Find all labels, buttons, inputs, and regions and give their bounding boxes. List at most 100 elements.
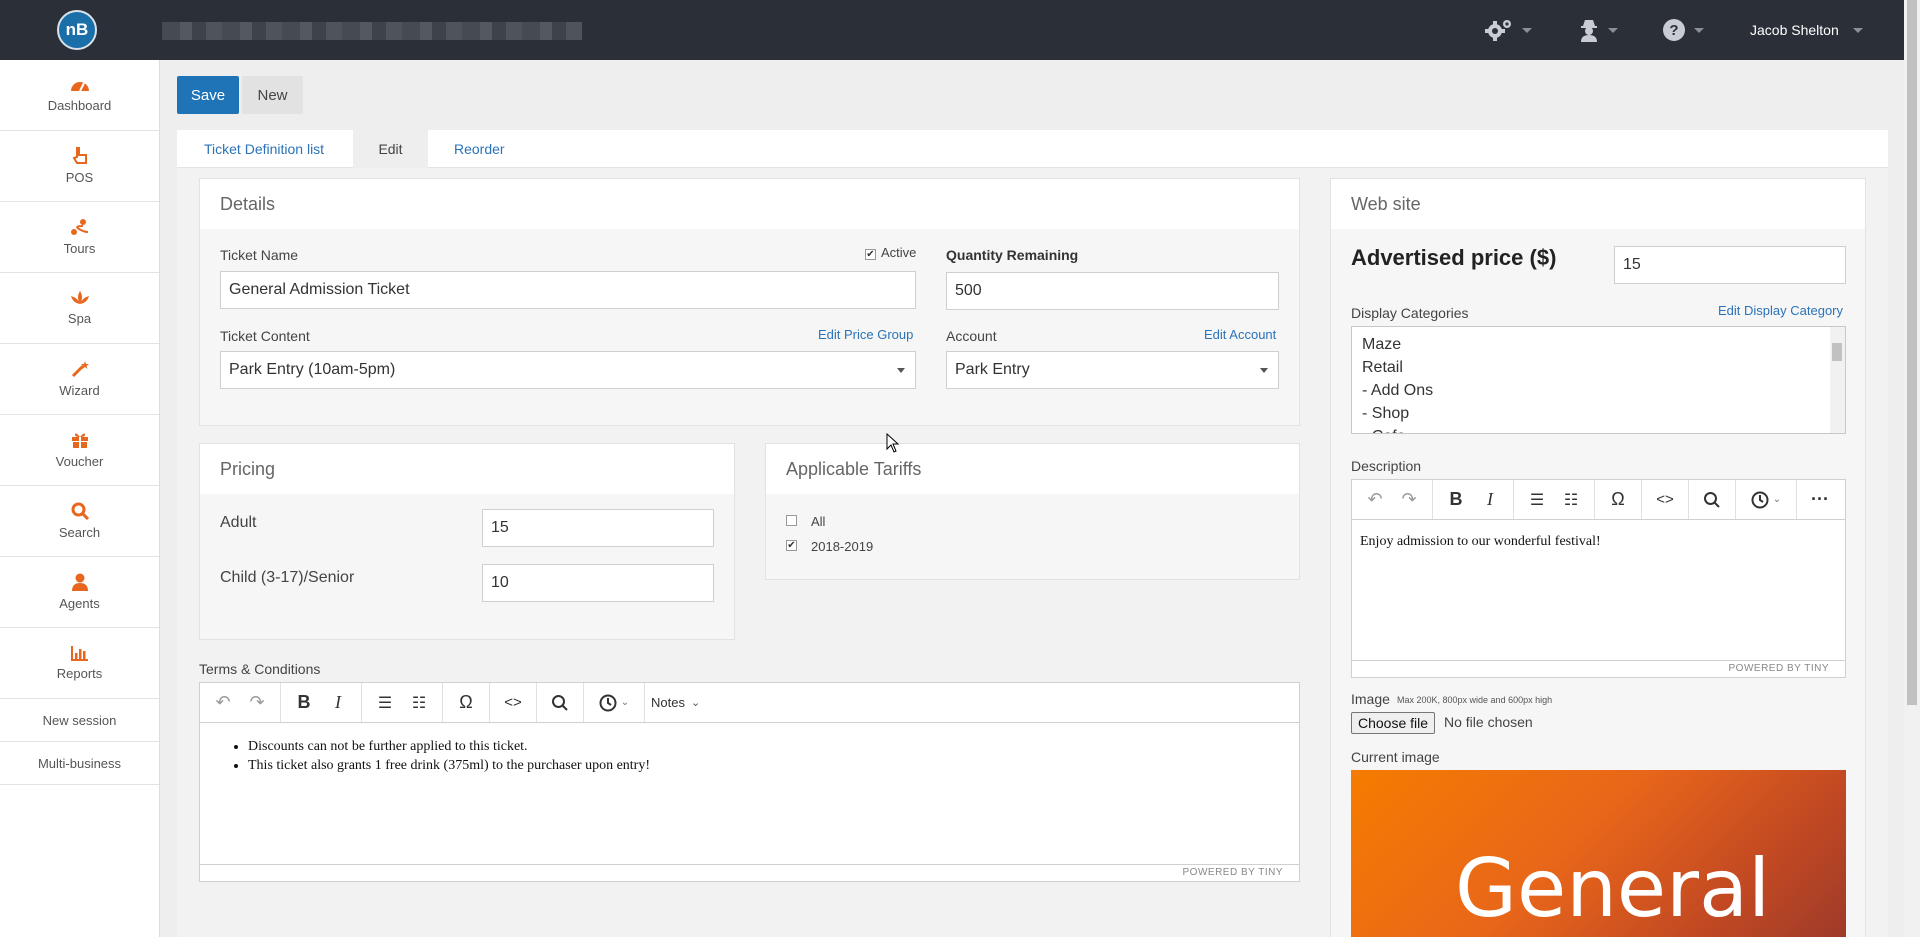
redo-icon[interactable]: ↷ [1392, 480, 1426, 519]
sidebar-item-label: Tours [63, 241, 96, 256]
speedometer-icon [70, 82, 89, 92]
edit-display-category-link[interactable]: Edit Display Category [1718, 303, 1843, 318]
sidebar-item-label: POS [65, 170, 94, 185]
display-categories-list[interactable]: Maze Retail - Add Ons - Shop - Cafe [1351, 326, 1846, 434]
multi-business-link[interactable]: Multi-business [0, 742, 159, 785]
powered-by-tiny: POWERED BY TINY [200, 864, 1299, 881]
save-button[interactable]: Save [177, 76, 239, 114]
category-option[interactable]: - Shop [1352, 402, 1845, 425]
sidebar-item-label: Search [58, 525, 101, 540]
sidebar-item-pos[interactable]: POS [0, 131, 159, 202]
blurred-business-name [162, 22, 582, 40]
clock-icon[interactable]: ⌄ [590, 683, 638, 722]
tab-reorder[interactable]: Reorder [454, 130, 505, 168]
tab-bar: Ticket Definition list Edit Reorder [177, 130, 1888, 168]
code-icon[interactable]: <> [496, 683, 530, 722]
category-option[interactable]: Maze [1352, 333, 1845, 356]
numbered-list-icon[interactable]: ☷ [1554, 480, 1588, 519]
edit-account-link[interactable]: Edit Account [1204, 327, 1276, 342]
sidebar-item-wizard[interactable]: Wizard [0, 344, 159, 415]
page-scrollbar[interactable] [1904, 0, 1920, 937]
category-option[interactable]: - Cafe [1352, 425, 1845, 433]
code-icon[interactable]: <> [1648, 480, 1682, 519]
help-menu[interactable]: ? [1662, 16, 1704, 44]
more-options-icon[interactable]: ··· [1803, 480, 1837, 519]
edit-price-group-link[interactable]: Edit Price Group [818, 327, 913, 342]
numbered-list-icon[interactable]: ☷ [402, 683, 436, 722]
category-option[interactable]: - Add Ons [1352, 379, 1845, 402]
undo-icon[interactable]: ↶ [1358, 480, 1392, 519]
app-logo[interactable]: nB [57, 10, 97, 50]
search-icon[interactable] [543, 683, 577, 722]
special-character-icon[interactable]: Ω [449, 683, 483, 722]
terms-bullet: This ticket also grants 1 free drink (37… [248, 756, 1291, 775]
top-navbar: nB ? Jacob Shelton [0, 0, 1904, 60]
tariff-2018-2019-checkbox[interactable]: ✔ [786, 540, 797, 551]
list-scrollbar[interactable] [1830, 327, 1845, 433]
svg-text:?: ? [1669, 22, 1678, 39]
sidebar-item-search[interactable]: Search [0, 486, 159, 557]
sidebar-item-agents[interactable]: Agents [0, 557, 159, 628]
sidebar-item-label: Spa [67, 311, 92, 326]
bold-icon[interactable]: B [1439, 480, 1473, 519]
advertised-price-input[interactable]: 15 [1614, 246, 1846, 284]
active-checkbox[interactable]: ✔ [865, 249, 876, 260]
ticket-name-label: Ticket Name [220, 247, 299, 263]
image-hint: Max 200K, 800px wide and 600px high [1397, 695, 1553, 705]
clock-icon[interactable]: ⌄ [1742, 480, 1790, 519]
choose-file-button[interactable]: Choose file [1351, 712, 1436, 734]
display-categories-label: Display Categories [1351, 305, 1469, 321]
child-senior-price-input[interactable]: 10 [482, 564, 714, 602]
notes-dropdown[interactable]: Notes [651, 695, 685, 710]
tariff-all-checkbox[interactable] [786, 515, 797, 526]
description-editor: ↶ ↷ B I ☰ ☷ Ω <> ⌄ ··· Enjoy admission t… [1351, 479, 1846, 678]
terms-content[interactable]: Discounts can not be further applied to … [200, 723, 1299, 789]
pricing-body: Adult 15 Child (3-17)/Senior 10 [200, 494, 734, 639]
tariffs-body: All ✔ 2018-2019 [766, 494, 1299, 579]
description-content[interactable]: Enjoy admission to our wonderful festiva… [1352, 520, 1845, 564]
powered-by-tiny: POWERED BY TINY [1352, 660, 1845, 677]
chevron-down-icon [897, 368, 905, 373]
settings-menu[interactable] [1484, 16, 1532, 44]
sidebar-item-spa[interactable]: Spa [0, 273, 159, 344]
new-session-link[interactable]: New session [0, 699, 159, 742]
pricing-panel: Pricing Adult 15 Child (3-17)/Senior 10 [199, 443, 735, 640]
details-title: Details [200, 179, 1299, 229]
website-panel: Web site Advertised price ($) 15 Display… [1330, 178, 1866, 937]
category-option[interactable]: Retail [1352, 356, 1845, 379]
scrollbar-thumb[interactable] [1907, 0, 1917, 705]
account-select[interactable]: Park Entry [946, 351, 1279, 389]
sidebar-item-voucher[interactable]: Voucher [0, 415, 159, 486]
website-body: Advertised price ($) 15 Display Categori… [1331, 229, 1865, 937]
sidebar-item-reports[interactable]: Reports [0, 628, 159, 699]
italic-icon[interactable]: I [321, 683, 355, 722]
route-icon [70, 219, 88, 235]
pricing-title: Pricing [200, 444, 734, 494]
ticket-name-input[interactable]: General Admission Ticket [220, 271, 916, 309]
sidebar-item-tours[interactable]: Tours [0, 202, 159, 273]
redo-icon[interactable]: ↷ [240, 683, 274, 722]
bullet-list-icon[interactable]: ☰ [1520, 480, 1554, 519]
child-senior-label: Child (3-17)/Senior [220, 569, 355, 586]
undo-icon[interactable]: ↶ [206, 683, 240, 722]
new-button[interactable]: New [242, 76, 303, 114]
adult-label: Adult [220, 514, 257, 531]
bold-icon[interactable]: B [287, 683, 321, 722]
quantity-remaining-input[interactable]: 500 [946, 272, 1279, 310]
scrollbar-thumb[interactable] [1832, 343, 1842, 361]
bullet-list-icon[interactable]: ☰ [368, 683, 402, 722]
sidebar-item-label: Wizard [59, 383, 100, 398]
tab-edit[interactable]: Edit [353, 130, 428, 168]
ticket-content-select[interactable]: Park Entry (10am-5pm) [220, 351, 916, 389]
tariff-all-label: All [811, 514, 826, 529]
italic-icon[interactable]: I [1473, 480, 1507, 519]
tab-ticket-definition-list[interactable]: Ticket Definition list [204, 130, 324, 168]
special-character-icon[interactable]: Ω [1601, 480, 1635, 519]
chevron-down-icon [1852, 27, 1863, 33]
tariff-2018-2019-label: 2018-2019 [811, 539, 874, 554]
adult-price-input[interactable]: 15 [482, 509, 714, 547]
search-icon[interactable] [1695, 480, 1729, 519]
agent-menu[interactable] [1578, 16, 1618, 44]
user-menu[interactable]: Jacob Shelton [1750, 16, 1863, 44]
sidebar-item-dashboard[interactable]: Dashboard [0, 60, 159, 131]
